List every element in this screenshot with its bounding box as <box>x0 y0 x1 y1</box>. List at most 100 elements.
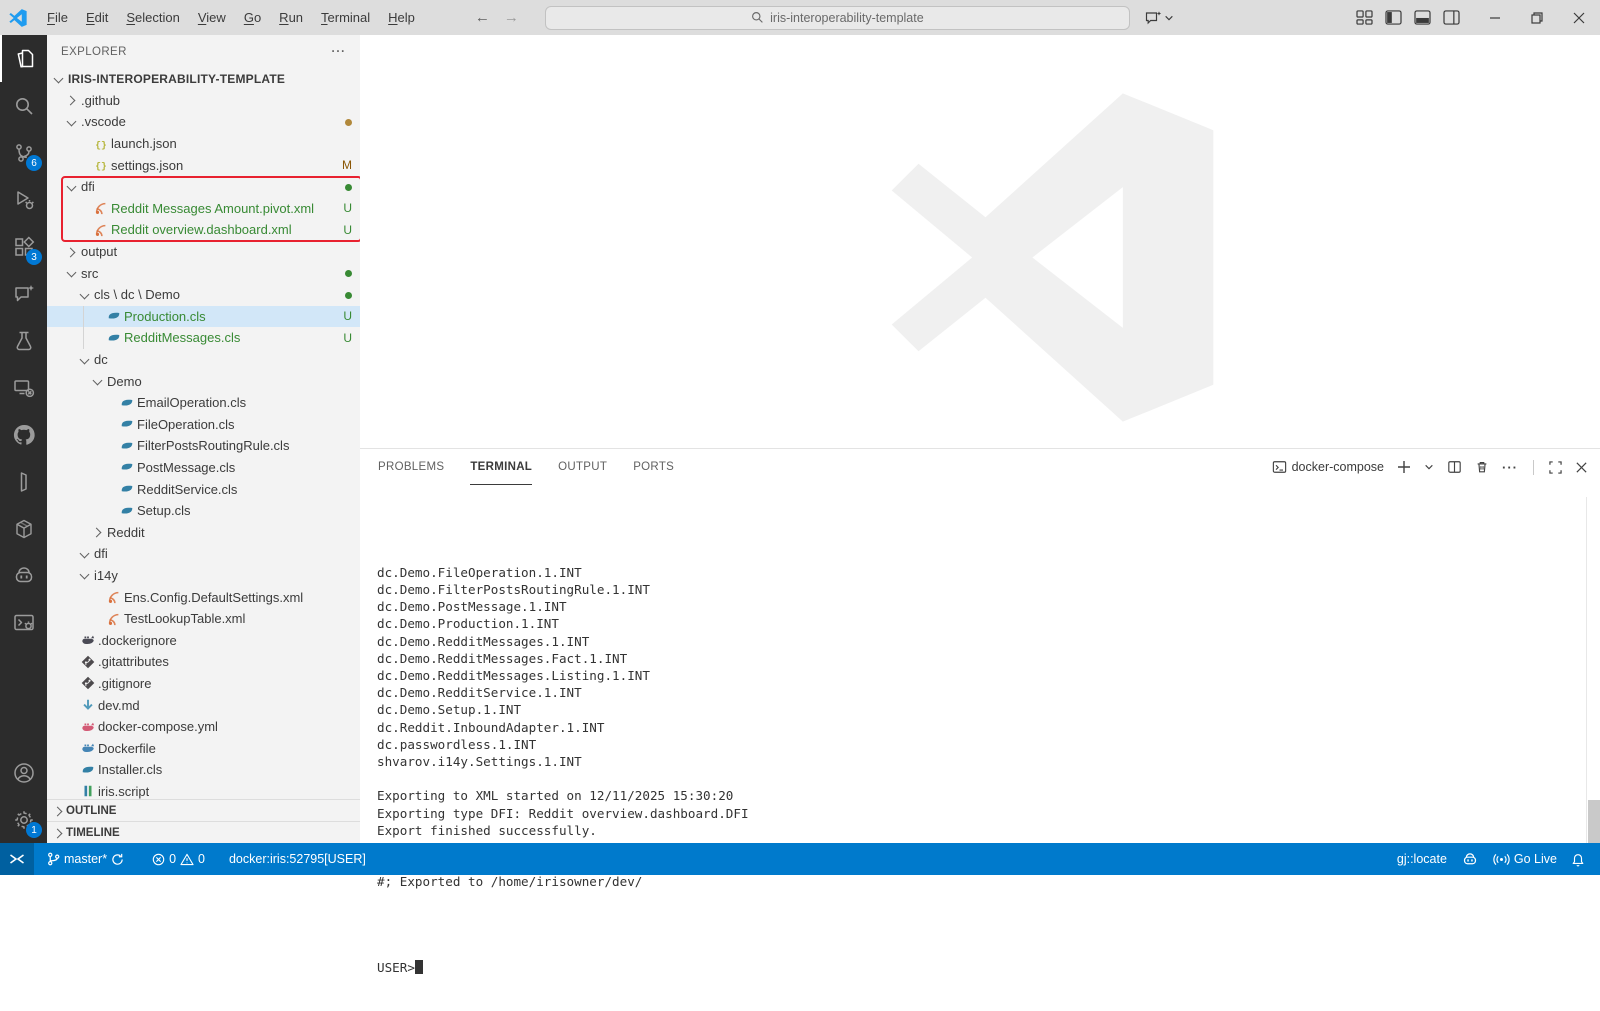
settings-gear-icon[interactable]: 1 <box>0 796 47 843</box>
tree-row[interactable]: RedditMessages.cls U <box>47 327 360 349</box>
tree-row[interactable]: cls \ dc \ Demo <box>47 284 360 306</box>
maximize-panel-icon[interactable] <box>1549 461 1562 474</box>
tree-row[interactable]: Demo <box>47 370 360 392</box>
panel-tab[interactable]: PROBLEMS <box>378 449 444 485</box>
tree-item-label: Reddit overview.dashboard.xml <box>111 222 292 237</box>
forward-arrow-icon[interactable]: → <box>504 9 519 26</box>
tree-row[interactable]: docker-compose.yml <box>47 716 360 738</box>
debug-console-icon[interactable] <box>0 599 47 646</box>
chat-icon[interactable] <box>0 270 47 317</box>
command-center-search[interactable]: iris-interoperability-template <box>545 6 1130 30</box>
toggle-primary-sidebar-icon[interactable] <box>1385 10 1402 25</box>
close-panel-icon[interactable] <box>1575 461 1588 474</box>
chevron-icon <box>77 200 92 216</box>
tree-row[interactable]: PostMessage.cls <box>47 457 360 479</box>
back-arrow-icon[interactable]: ← <box>475 9 490 26</box>
source-control-icon[interactable]: 6 <box>0 129 47 176</box>
go-live-status[interactable]: Go Live <box>1486 843 1564 875</box>
tree-item-label: output <box>81 244 117 259</box>
explorer-icon[interactable] <box>0 35 47 82</box>
menu-item[interactable]: Edit <box>78 6 116 29</box>
toggle-secondary-sidebar-icon[interactable] <box>1443 10 1460 25</box>
remote-explorer-icon[interactable] <box>0 364 47 411</box>
tree-row[interactable]: TestLookupTable.xml <box>47 608 360 630</box>
tree-row[interactable]: Production.cls U <box>47 306 360 328</box>
tree-row[interactable]: .gitattributes <box>47 651 360 673</box>
extensions-icon[interactable]: 3 <box>0 223 47 270</box>
customize-layout-icon[interactable] <box>1356 10 1373 25</box>
tree-row[interactable]: Reddit <box>47 521 360 543</box>
tree-row[interactable]: Dockerfile <box>47 737 360 759</box>
close-window-button[interactable] <box>1558 0 1600 35</box>
scrollbar-thumb[interactable] <box>1588 800 1600 844</box>
panel-tab[interactable]: TERMINAL <box>470 449 532 485</box>
run-debug-icon[interactable] <box>0 176 47 223</box>
tree-row[interactable]: .github <box>47 90 360 112</box>
toggle-panel-icon[interactable] <box>1414 10 1431 25</box>
menu-item[interactable]: File <box>39 6 76 29</box>
copilot-menu-button[interactable] <box>1144 9 1174 27</box>
gj-locate-status[interactable]: gj::locate <box>1390 843 1454 875</box>
terminal-output[interactable]: dc.Demo.FileOperation.1.INTdc.Demo.Filte… <box>360 485 1600 1011</box>
tree-row[interactable]: src <box>47 262 360 284</box>
tree-row[interactable]: launch.json <box>47 133 360 155</box>
copilot-icon[interactable] <box>0 552 47 599</box>
tree-row[interactable]: .vscode <box>47 111 360 133</box>
tree-row[interactable]: i14y <box>47 565 360 587</box>
menu-item[interactable]: Selection <box>118 6 187 29</box>
tree-row[interactable]: Setup.cls <box>47 500 360 522</box>
sidebar-more-actions-icon[interactable]: ··· <box>332 46 347 58</box>
terminal-line <box>377 770 1600 787</box>
tree-row[interactable]: FilterPostsRoutingRule.cls <box>47 435 360 457</box>
tree-row[interactable]: FileOperation.cls <box>47 414 360 436</box>
tree-row[interactable]: IRIS-INTEROPERABILITY-TEMPLATE <box>47 68 360 90</box>
timeline-section[interactable]: TIMELINE <box>47 821 360 843</box>
tree-row[interactable]: dfi <box>47 176 360 198</box>
testing-icon[interactable] <box>0 317 47 364</box>
problems-status[interactable]: 0 0 <box>145 843 212 875</box>
remote-indicator[interactable] <box>0 843 34 875</box>
outline-section[interactable]: OUTLINE <box>47 799 360 821</box>
panel-more-actions-icon[interactable]: ··· <box>1502 460 1518 475</box>
terminal-dropdown-icon[interactable] <box>1424 462 1434 472</box>
notifications-bell[interactable] <box>1564 843 1592 875</box>
github-icon[interactable] <box>0 411 47 458</box>
panel-tab[interactable]: OUTPUT <box>558 449 607 485</box>
tree-row[interactable]: .gitignore <box>47 673 360 695</box>
search-icon[interactable] <box>0 82 47 129</box>
remote-icon <box>9 852 25 866</box>
tree-row[interactable]: EmailOperation.cls <box>47 392 360 414</box>
git-status-badge <box>339 266 352 280</box>
tree-row[interactable]: settings.json M <box>47 154 360 176</box>
tree-row[interactable]: dfi <box>47 543 360 565</box>
git-branch-status[interactable]: master* <box>40 843 131 875</box>
tree-row[interactable]: output <box>47 241 360 263</box>
menu-item[interactable]: Terminal <box>313 6 378 29</box>
menu-item[interactable]: Help <box>380 6 423 29</box>
accounts-icon[interactable] <box>0 749 47 796</box>
terminal-instance[interactable]: docker-compose <box>1272 460 1384 474</box>
tree-row[interactable]: dev.md <box>47 694 360 716</box>
tree-row[interactable]: Reddit overview.dashboard.xml U <box>47 219 360 241</box>
split-terminal-icon[interactable] <box>1447 460 1462 474</box>
panel-tab[interactable]: PORTS <box>633 449 674 485</box>
menu-item[interactable]: View <box>190 6 234 29</box>
menu-item[interactable]: Run <box>271 6 311 29</box>
objectscript-icon[interactable] <box>0 458 47 505</box>
new-terminal-icon[interactable] <box>1397 460 1411 474</box>
tree-row[interactable]: dc <box>47 349 360 371</box>
file-icon <box>92 136 109 152</box>
menu-item[interactable]: Go <box>236 6 269 29</box>
docker-context-status[interactable]: docker:iris:52795[USER] <box>222 843 373 875</box>
tree-row[interactable]: Installer.cls <box>47 759 360 781</box>
tree-row[interactable]: RedditService.cls <box>47 478 360 500</box>
tree-row[interactable]: Reddit Messages Amount.pivot.xml U <box>47 198 360 220</box>
scrollbar[interactable] <box>1586 497 1600 844</box>
tree-row[interactable]: Ens.Config.DefaultSettings.xml <box>47 586 360 608</box>
kill-terminal-icon[interactable] <box>1475 460 1489 474</box>
restore-button[interactable] <box>1516 0 1558 35</box>
containers-icon[interactable] <box>0 505 47 552</box>
copilot-status[interactable] <box>1454 843 1486 875</box>
tree-row[interactable]: .dockerignore <box>47 629 360 651</box>
minimize-button[interactable] <box>1474 0 1516 35</box>
